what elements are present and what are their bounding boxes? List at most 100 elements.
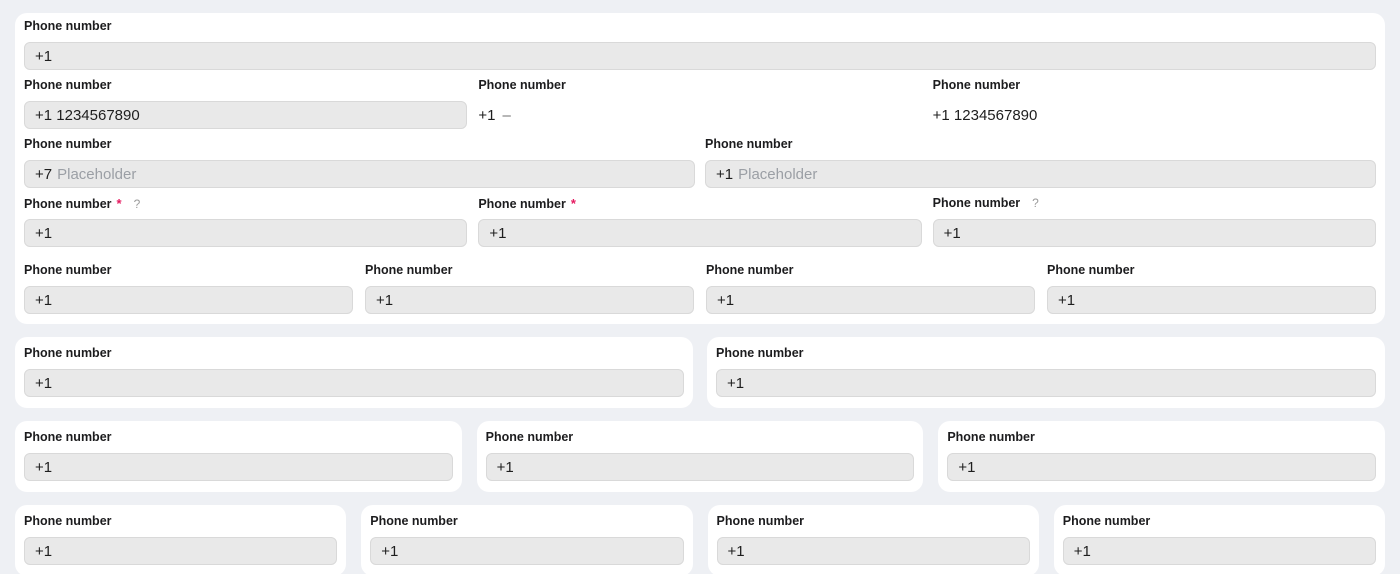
input-placeholder: Placeholder xyxy=(57,166,136,183)
phone-number-field-required: Phone number * ? +1 xyxy=(24,197,467,247)
input-value: +1 xyxy=(381,543,398,560)
field-label-row: Phone number xyxy=(933,79,1376,92)
input-placeholder: Placeholder xyxy=(738,166,817,183)
field-label-row: Phone number xyxy=(478,79,921,92)
field-label-row: Phone number xyxy=(24,20,1376,33)
field-label-row: Phone number xyxy=(365,264,694,277)
phone-input[interactable]: +1 xyxy=(717,537,1030,565)
input-value: +1 xyxy=(1074,543,1091,560)
field-label: Phone number xyxy=(933,197,1021,210)
phone-number-field: Phone number +1 Placeholder xyxy=(705,138,1376,188)
readonly-value: +1 – xyxy=(478,101,921,129)
readonly-value: +1 1234567890 xyxy=(933,101,1376,129)
required-indicator: * xyxy=(571,197,576,210)
panel-row-3: Phone number +7 Placeholder Phone number… xyxy=(24,138,1376,188)
readonly-prefix: +1 xyxy=(478,107,495,124)
field-label-row: Phone number xyxy=(24,264,353,277)
field-label: Phone number xyxy=(24,347,112,360)
card-row-three: Phone number +1 Phone number +1 Phone nu… xyxy=(15,421,1385,492)
phone-input[interactable]: +1 xyxy=(1063,537,1376,565)
required-indicator: * xyxy=(117,197,122,210)
input-value: +1 xyxy=(35,225,52,242)
field-label: Phone number xyxy=(24,198,112,211)
panel-row-4: Phone number * ? +1 Phone number * +1 xyxy=(24,197,1376,247)
help-icon[interactable]: ? xyxy=(1032,197,1039,210)
phone-input[interactable]: +1 xyxy=(24,537,337,565)
phone-field-card: Phone number +1 xyxy=(477,421,924,492)
phone-input[interactable]: +1 xyxy=(24,286,353,314)
field-label: Phone number xyxy=(1047,264,1135,277)
panel-row-5: Phone number +1 Phone number +1 Phone nu… xyxy=(24,264,1376,314)
phone-input[interactable]: +1 xyxy=(1047,286,1376,314)
field-label: Phone number xyxy=(365,264,453,277)
phone-number-field: Phone number +1 1234567890 xyxy=(24,79,467,129)
field-label: Phone number xyxy=(1063,515,1151,528)
field-label-row: Phone number xyxy=(24,515,337,528)
phone-number-field: Phone number +7 Placeholder xyxy=(24,138,695,188)
field-label: Phone number xyxy=(24,79,112,92)
phone-input[interactable]: +1 xyxy=(486,453,915,481)
help-icon[interactable]: ? xyxy=(134,198,141,211)
phone-input[interactable]: +1 xyxy=(706,286,1035,314)
field-label-row: Phone number xyxy=(717,515,1030,528)
phone-input[interactable]: +1 Placeholder xyxy=(705,160,1376,188)
field-label-row: Phone number xyxy=(24,347,684,360)
field-label-row: Phone number * xyxy=(478,197,921,210)
phone-input[interactable]: +1 xyxy=(370,537,683,565)
readonly-text: +1 1234567890 xyxy=(933,107,1038,124)
phone-input[interactable]: +1 xyxy=(365,286,694,314)
field-label: Phone number xyxy=(478,79,566,92)
phone-input[interactable]: +1 xyxy=(478,219,921,247)
input-value: +1 xyxy=(497,459,514,476)
phone-input[interactable]: +7 Placeholder xyxy=(24,160,695,188)
field-label: Phone number xyxy=(706,264,794,277)
phone-number-field-readonly: Phone number +1 – xyxy=(478,79,921,129)
phone-input[interactable]: +1 xyxy=(716,369,1376,397)
phone-input[interactable]: +1 xyxy=(24,42,1376,70)
country-code-prefix: +1 xyxy=(716,166,733,183)
field-label-row: Phone number xyxy=(370,515,683,528)
phone-field-card: Phone number +1 xyxy=(708,505,1039,574)
field-label: Phone number xyxy=(717,515,805,528)
field-label: Phone number xyxy=(486,431,574,444)
field-label: Phone number xyxy=(24,264,112,277)
field-label-row: Phone number xyxy=(706,264,1035,277)
phone-input[interactable]: +1 xyxy=(24,369,684,397)
phone-fields-panel: Phone number +1 Phone number +1 12345678… xyxy=(15,13,1385,324)
phone-field-card: Phone number +1 xyxy=(361,505,692,574)
input-value: +1 xyxy=(35,48,52,65)
input-value: +1 1234567890 xyxy=(35,107,140,124)
field-label-row: Phone number * ? xyxy=(24,197,467,210)
page: Phone number +1 Phone number +1 12345678… xyxy=(0,0,1400,574)
input-value: +1 xyxy=(717,292,734,309)
phone-input[interactable]: +1 xyxy=(24,219,467,247)
input-value: +1 xyxy=(489,225,506,242)
phone-number-field-readonly: Phone number +1 1234567890 xyxy=(933,79,1376,129)
input-value: +1 xyxy=(728,543,745,560)
phone-field-card: Phone number +1 xyxy=(15,421,462,492)
input-value: +1 xyxy=(35,292,52,309)
country-code-prefix: +7 xyxy=(35,166,52,183)
phone-input[interactable]: +1 xyxy=(933,219,1376,247)
phone-input[interactable]: +1 1234567890 xyxy=(24,101,467,129)
phone-input[interactable]: +1 xyxy=(947,453,1376,481)
field-label: Phone number xyxy=(24,20,112,33)
phone-field-card: Phone number +1 xyxy=(1054,505,1385,574)
phone-input[interactable]: +1 xyxy=(24,453,453,481)
input-value: +1 xyxy=(35,459,52,476)
field-label: Phone number xyxy=(24,431,112,444)
input-value: +1 xyxy=(35,543,52,560)
field-label: Phone number xyxy=(716,347,804,360)
phone-field-card: Phone number +1 xyxy=(15,337,693,408)
field-label: Phone number xyxy=(933,79,1021,92)
field-label: Phone number xyxy=(24,138,112,151)
input-value: +1 xyxy=(376,292,393,309)
field-label-row: Phone number xyxy=(1047,264,1376,277)
card-row-two: Phone number +1 Phone number +1 xyxy=(15,337,1385,408)
field-label-row: Phone number xyxy=(24,79,467,92)
field-label: Phone number xyxy=(947,431,1035,444)
field-label: Phone number xyxy=(370,515,458,528)
panel-row-2: Phone number +1 1234567890 Phone number … xyxy=(24,79,1376,129)
field-label-row: Phone number ? xyxy=(933,197,1376,210)
card-row-four: Phone number +1 Phone number +1 Phone nu… xyxy=(15,505,1385,574)
